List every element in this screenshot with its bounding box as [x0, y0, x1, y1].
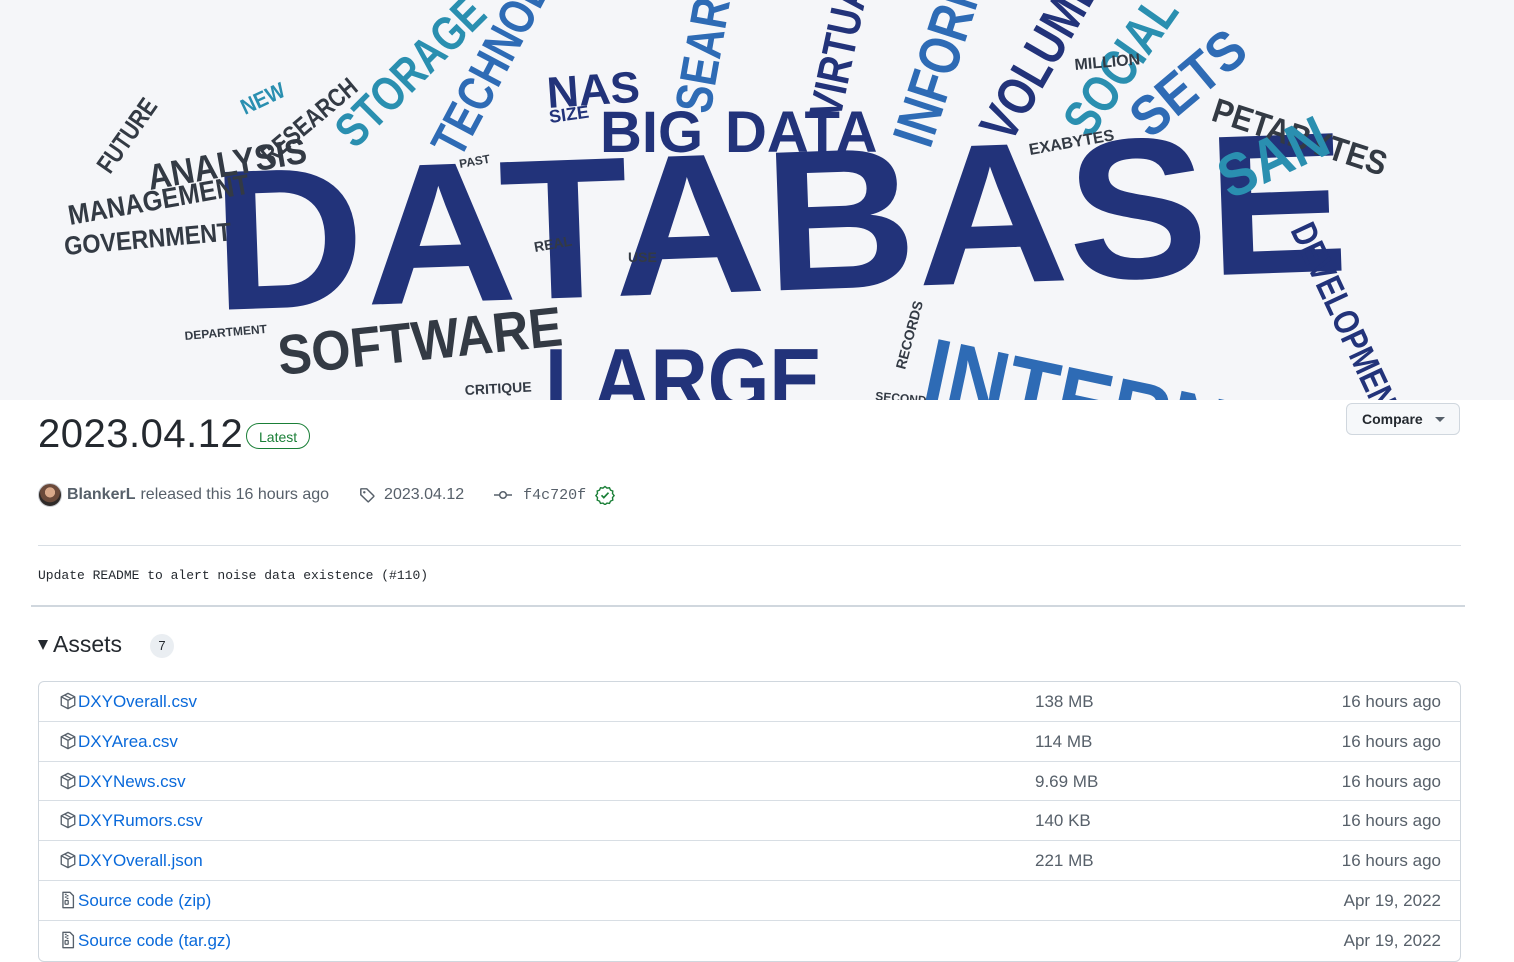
asset-size: 221 MB — [1035, 851, 1094, 871]
asset-row: DXYRumors.csv 140 KB 16 hours ago — [39, 801, 1460, 842]
release-title: 2023.04.12 — [38, 412, 244, 456]
asset-row: DXYArea.csv 114 MB 16 hours ago — [39, 722, 1460, 762]
asset-link[interactable]: DXYRumors.csv — [78, 811, 203, 831]
divider — [38, 545, 1461, 546]
assets-toggle[interactable]: Assets 7 — [38, 630, 175, 658]
tag-icon — [358, 486, 376, 504]
asset-name: Source code — [78, 930, 174, 950]
asset-date: Apr 19, 2022 — [1343, 890, 1441, 910]
asset-name: DXYArea.csv — [78, 731, 178, 751]
asset-size: 9.69 MB — [1035, 771, 1099, 791]
asset-size: 140 KB — [1035, 811, 1091, 831]
asset-name: DXYOverall.json — [78, 851, 203, 871]
asset-row: Source code (zip) Apr 19, 2022 — [39, 881, 1460, 921]
asset-date: 16 hours ago — [1341, 692, 1441, 711]
commit-link[interactable]: f4c720f — [523, 487, 586, 504]
avatar[interactable] — [38, 483, 62, 507]
asset-date: Apr 19, 2022 — [1343, 930, 1441, 950]
release-meta: BlankerL released this 16 hours ago 2023… — [38, 480, 616, 510]
triangle-down-icon — [38, 640, 48, 650]
asset-name: DXYOverall.csv — [78, 692, 198, 711]
file-zip-icon — [59, 891, 77, 909]
compare-label: Compare — [1362, 411, 1423, 427]
asset-link[interactable]: DXYNews.csv — [78, 772, 186, 792]
asset-link[interactable]: DXYOverall.csv — [78, 692, 197, 712]
latest-badge: Latest — [246, 423, 311, 449]
asset-link[interactable]: DXYOverall.json — [78, 851, 203, 871]
banner-word: USE — [628, 249, 657, 265]
asset-size: 138 MB — [1035, 692, 1094, 711]
caret-down-icon — [1435, 417, 1445, 422]
asset-date: 16 hours ago — [1341, 811, 1441, 831]
asset-row: DXYNews.csv 9.69 MB 16 hours ago — [39, 762, 1460, 802]
asset-date: 16 hours ago — [1341, 731, 1441, 751]
package-icon — [59, 692, 77, 710]
asset-name: DXYRumors.csv — [78, 811, 203, 831]
asset-name: DXYNews.csv — [78, 771, 186, 791]
git-commit-icon — [493, 487, 513, 503]
asset-row: DXYOverall.csv 138 MB 16 hours ago — [39, 682, 1460, 722]
asset-link[interactable]: DXYArea.csv — [78, 732, 178, 752]
assets-heading: Assets — [53, 630, 123, 657]
author-link[interactable]: BlankerL — [67, 486, 135, 504]
package-icon — [59, 851, 77, 869]
verified-check-icon[interactable] — [595, 485, 616, 505]
asset-format: (tar.gz) — [178, 930, 232, 950]
assets-list: DXYOverall.csv 138 MB 16 hours ago DXYArea.… — [38, 681, 1461, 962]
package-icon — [59, 811, 77, 829]
banner-word: LARGE — [545, 330, 822, 400]
compare-button[interactable]: Compare — [1346, 403, 1460, 435]
asset-name: Source code — [78, 890, 174, 910]
tag-link[interactable]: 2023.04.12 — [384, 486, 464, 504]
assets-count-badge: 7 — [150, 634, 175, 658]
released-text: released this 16 hours ago — [140, 486, 330, 503]
asset-link[interactable]: Source code (zip) — [78, 891, 211, 911]
release-notes: Update README to alert noise data existe… — [38, 568, 429, 583]
asset-size: 114 MB — [1035, 731, 1093, 751]
asset-date: 16 hours ago — [1341, 771, 1441, 791]
asset-row: DXYOverall.json 221 MB 16 hours ago — [39, 841, 1460, 881]
asset-link[interactable]: Source code (tar.gz) — [78, 931, 231, 951]
release-banner-image: DATABASE DATA BIG NAS SEARCH TECHNOLOGY STORAG… — [0, 0, 1514, 400]
asset-date: 16 hours ago — [1341, 851, 1441, 871]
package-icon — [59, 772, 77, 790]
asset-format: (zip) — [178, 890, 212, 910]
divider — [31, 605, 1465, 607]
package-icon — [59, 732, 77, 750]
asset-row: Source code (tar.gz) Apr 19, 2022 — [39, 921, 1460, 961]
file-zip-icon — [59, 931, 77, 949]
